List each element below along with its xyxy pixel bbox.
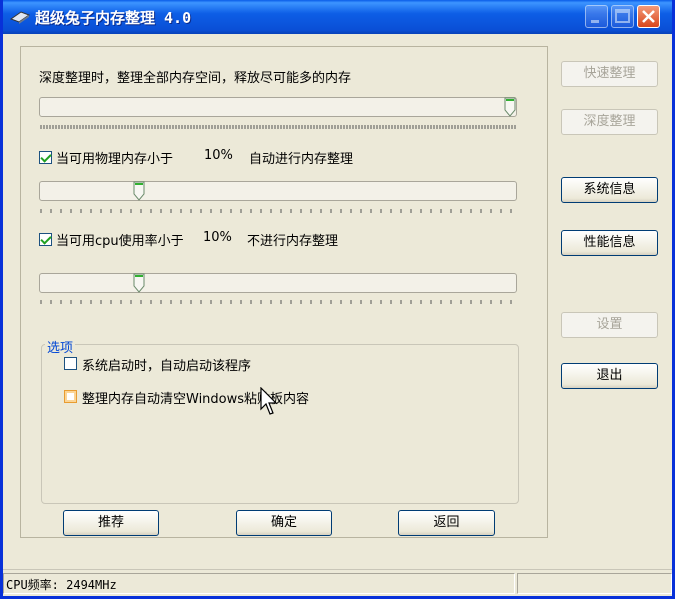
close-button[interactable] — [637, 5, 660, 28]
memory-threshold-label: 当可用物理内存小于 — [56, 152, 174, 167]
deep-slider-ticks — [40, 125, 516, 129]
memory-slider-thumb[interactable] — [133, 181, 145, 201]
performance-info-button[interactable]: 性能信息 — [561, 230, 658, 256]
maximize-button[interactable] — [611, 5, 634, 28]
deep-description: 深度整理时，整理全部内存空间，释放尽可能多的内存 — [39, 71, 352, 86]
cpu-threshold-value: 10% — [203, 230, 232, 245]
memory-slider-ticks — [40, 209, 512, 213]
close-icon — [642, 10, 655, 23]
cpu-frequency: CPU频率: 2494MHz — [6, 578, 117, 592]
app-window: 超级兔子内存整理 4.0 深度整理时，整理全部内存空间，释放尽可能多的内存 当可… — [0, 0, 675, 599]
status-bar: CPU频率: 2494MHz — [3, 565, 672, 596]
memory-threshold-value: 10% — [204, 148, 233, 163]
cpu-slider-ticks — [40, 300, 512, 304]
exit-button[interactable]: 退出 — [561, 363, 658, 389]
quick-clean-button[interactable]: 快速整理 — [561, 61, 658, 87]
rabbit-app-icon — [9, 11, 31, 24]
mouse-pointer-icon — [260, 387, 278, 415]
settings-button[interactable]: 设置 — [561, 312, 658, 338]
deep-clean-button[interactable]: 深度整理 — [561, 109, 658, 135]
maximize-icon — [615, 9, 630, 23]
autostart-label: 系统启动时，自动启动该程序 — [82, 359, 252, 374]
autostart-checkbox[interactable] — [64, 357, 77, 370]
minimize-icon — [591, 20, 599, 23]
cpu-threshold-label: 当可用cpu使用率小于 — [56, 234, 184, 249]
cpu-slider-thumb[interactable] — [133, 273, 145, 293]
minimize-button[interactable] — [585, 5, 608, 28]
system-info-button[interactable]: 系统信息 — [561, 177, 658, 203]
cpu-threshold-checkbox[interactable] — [39, 233, 52, 246]
cpu-threshold-suffix: 不进行内存整理 — [247, 234, 339, 249]
window-title: 超级兔子内存整理 4.0 — [35, 9, 192, 27]
deep-slider[interactable] — [39, 97, 517, 117]
status-pane-extra — [517, 573, 672, 594]
recommend-button[interactable]: 推荐 — [63, 510, 159, 536]
title-bar[interactable]: 超级兔子内存整理 4.0 — [3, 0, 672, 34]
status-separator — [3, 569, 672, 570]
deep-slider-thumb[interactable] — [504, 97, 516, 117]
memory-slider[interactable] — [39, 181, 517, 201]
clear-clipboard-checkbox[interactable] — [64, 390, 77, 403]
options-group-title: 选项 — [45, 337, 76, 356]
client-area: 深度整理时，整理全部内存空间，释放尽可能多的内存 当可用物理内存小于 10% 自… — [3, 34, 672, 565]
memory-threshold-checkbox[interactable] — [39, 151, 52, 164]
cpu-slider[interactable] — [39, 273, 517, 293]
ok-button[interactable]: 确定 — [236, 510, 332, 536]
memory-threshold-suffix: 自动进行内存整理 — [249, 152, 354, 167]
main-panel: 深度整理时，整理全部内存空间，释放尽可能多的内存 当可用物理内存小于 10% 自… — [20, 46, 548, 538]
back-button[interactable]: 返回 — [398, 510, 495, 536]
